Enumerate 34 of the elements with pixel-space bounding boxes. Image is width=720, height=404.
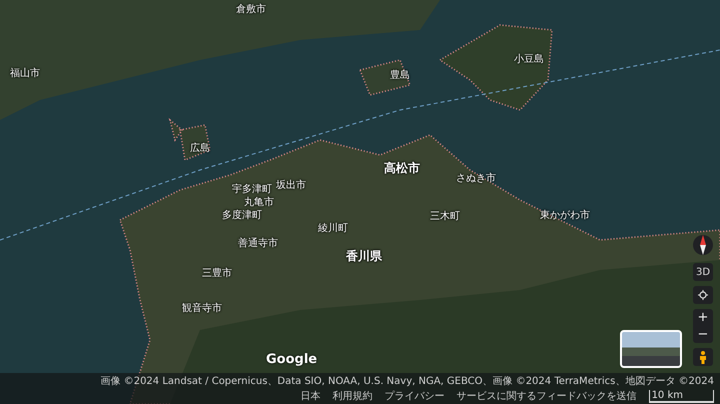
3d-button[interactable]: 3D (693, 263, 713, 281)
map-label: 高松市 (384, 160, 420, 177)
scale-bar: 10 km (648, 390, 714, 402)
map-label: 三豊市 (202, 266, 232, 280)
map-label: 三木町 (430, 210, 460, 223)
map-label: 丸亀市 (244, 196, 274, 209)
location-button[interactable] (693, 286, 713, 304)
map-label: 観音寺市 (182, 302, 222, 315)
map-label: 坂出市 (276, 178, 306, 192)
map-label: 小豆島 (514, 52, 544, 66)
footer-link[interactable]: サービスに関するフィードバックを送信 (456, 389, 637, 403)
zoom-in-button[interactable]: + (693, 309, 713, 326)
map-label: 豊島 (390, 68, 410, 82)
map-label: 倉敷市 (236, 2, 266, 16)
map-label: 福山市 (10, 66, 40, 80)
photo-placeholder[interactable] (620, 330, 682, 368)
map-label: 東かがわ市 (540, 208, 590, 222)
attribution-text: 画像 ©2024 Landsat / Copernicus、Data SIO, NOAA, U.S. Navy, NGA, GEBCO、画像 ©2024 TerraMetrics、地図データ ©2024 (100, 374, 714, 388)
footer-link[interactable]: 日本 (300, 389, 321, 403)
person-icon (699, 350, 707, 364)
map-logo: Google (266, 352, 318, 367)
map-label: 香川県 (346, 248, 382, 265)
zoom-out-button[interactable]: − (693, 326, 713, 343)
compass-icon[interactable] (692, 232, 714, 258)
map-label: 多度津町 (222, 208, 262, 222)
map-label: 宇多津町 (232, 182, 272, 196)
footer-link[interactable]: プライバシー (384, 389, 445, 403)
map-label: さぬき市 (456, 172, 496, 185)
map-label: 綾川町 (318, 222, 348, 235)
map-label: 善通寺市 (238, 236, 278, 250)
map-label: 広島 (190, 142, 210, 155)
pegman-button[interactable] (693, 348, 713, 366)
footer-link[interactable]: 利用規約 (332, 389, 373, 403)
crosshair-icon (698, 290, 708, 300)
